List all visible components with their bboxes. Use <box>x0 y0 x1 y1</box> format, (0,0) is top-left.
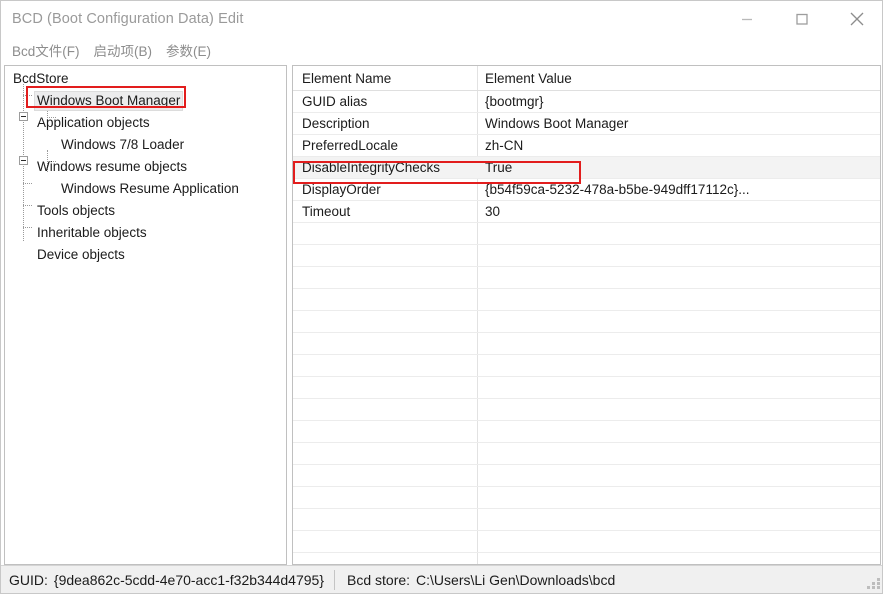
tree-node-label: Inheritable objects <box>37 225 147 240</box>
table-row[interactable] <box>293 443 880 465</box>
table-row[interactable] <box>293 333 880 355</box>
cell-element-name: PreferredLocale <box>302 138 399 153</box>
element-table: Element Name Element Value GUID alias {b… <box>293 66 880 564</box>
tree-node-label: Windows 7/8 Loader <box>61 137 185 152</box>
tree-node-device-objects[interactable]: Device objects <box>5 244 286 266</box>
status-guid-label: GUID: <box>9 571 48 588</box>
tree-node-label: BcdStore <box>13 71 69 86</box>
tree-node-windows-resume-application[interactable]: Windows Resume Application <box>5 178 286 200</box>
table-empty-rows <box>293 223 880 564</box>
element-table-panel[interactable]: Element Name Element Value GUID alias {b… <box>292 65 881 565</box>
cell-element-name: DisplayOrder <box>302 182 381 197</box>
menu-bar: Bcd文件(F) 启动项(B) 参数(E) <box>1 37 882 63</box>
table-row[interactable] <box>293 267 880 289</box>
close-icon[interactable] <box>829 1 882 37</box>
table-row[interactable] <box>293 399 880 421</box>
minimize-icon[interactable] <box>719 1 774 37</box>
tree-node-bcdstore[interactable]: BcdStore <box>5 68 286 90</box>
status-bar: GUID: {9dea862c-5cdd-4e70-acc1-f32b344d4… <box>1 565 882 594</box>
table-row[interactable] <box>293 531 880 553</box>
table-row[interactable] <box>293 311 880 333</box>
table-row-guid-alias[interactable]: GUID alias {bootmgr} <box>293 91 880 113</box>
tree-node-windows-boot-manager[interactable]: Windows Boot Manager <box>5 90 286 112</box>
tree-node-application-objects[interactable]: Application objects <box>5 112 286 134</box>
status-bcd-store: Bcd store: C:\Users\Li Gen\Downloads\bcd <box>335 566 615 594</box>
status-guid: GUID: {9dea862c-5cdd-4e70-acc1-f32b344d4… <box>1 566 334 594</box>
bcd-edit-window: BCD (Boot Configuration Data) Edit Bcd文件… <box>0 0 883 594</box>
table-row-preferredlocale[interactable]: PreferredLocale zh-CN <box>293 135 880 157</box>
table-row[interactable] <box>293 421 880 443</box>
resize-grip-icon[interactable] <box>867 576 881 590</box>
table-row[interactable] <box>293 553 880 564</box>
tree-node-inheritable-objects[interactable]: Inheritable objects <box>5 222 286 244</box>
tree-node-tools-objects[interactable]: Tools objects <box>5 200 286 222</box>
window-title: BCD (Boot Configuration Data) Edit <box>12 11 244 27</box>
table-row[interactable] <box>293 289 880 311</box>
menu-item-boot-entries[interactable]: 启动项(B) <box>87 38 160 62</box>
bcd-tree-panel[interactable]: BcdStore Windows Boot Manager Applicatio… <box>4 65 287 565</box>
column-header-element-value[interactable]: Element Value <box>477 71 880 86</box>
tree-node-label: Windows Boot Manager <box>34 91 184 111</box>
cell-element-value: Windows Boot Manager <box>485 116 629 131</box>
tree-node-label: Tools objects <box>37 203 116 218</box>
table-row[interactable] <box>293 377 880 399</box>
maximize-icon[interactable] <box>774 1 829 37</box>
table-row-description[interactable]: Description Windows Boot Manager <box>293 113 880 135</box>
cell-element-name: DisableIntegrityChecks <box>302 160 441 175</box>
tree-node-windows-resume-objects[interactable]: Windows resume objects <box>5 156 286 178</box>
cell-element-name: Timeout <box>302 204 351 219</box>
table-row[interactable] <box>293 355 880 377</box>
tree-node-label: Application objects <box>37 115 150 130</box>
cell-element-name: Description <box>302 116 370 131</box>
table-header-row: Element Name Element Value <box>293 66 880 91</box>
table-row-displayorder[interactable]: DisplayOrder {b54f59ca-5232-478a-b5be-94… <box>293 179 880 201</box>
cell-element-value: {b54f59ca-5232-478a-b5be-949dff17112c}..… <box>485 182 750 197</box>
table-row[interactable] <box>293 509 880 531</box>
table-row[interactable] <box>293 245 880 267</box>
status-store-value: C:\Users\Li Gen\Downloads\bcd <box>416 571 616 588</box>
tree-node-label: Windows Resume Application <box>61 181 239 196</box>
table-row[interactable] <box>293 465 880 487</box>
cell-element-value: {bootmgr} <box>485 94 544 109</box>
status-store-label: Bcd store: <box>347 571 411 588</box>
table-row[interactable] <box>293 487 880 509</box>
menu-item-bcd-file[interactable]: Bcd文件(F) <box>5 38 87 62</box>
cell-element-value: zh-CN <box>485 138 524 153</box>
cell-element-value: 30 <box>485 204 501 219</box>
status-guid-value: {9dea862c-5cdd-4e70-acc1-f32b344d4795} <box>53 571 325 588</box>
tree-node-windows-7-8-loader[interactable]: Windows 7/8 Loader <box>5 134 286 156</box>
tree-node-label: Device objects <box>37 247 125 262</box>
bcd-tree: BcdStore Windows Boot Manager Applicatio… <box>5 66 286 266</box>
table-row[interactable] <box>293 223 880 245</box>
table-row-disableintegritychecks[interactable]: DisableIntegrityChecks True <box>293 157 880 179</box>
window-controls <box>719 1 882 37</box>
menu-item-parameters[interactable]: 参数(E) <box>159 38 218 62</box>
cell-element-value: True <box>485 160 513 175</box>
table-row-timeout[interactable]: Timeout 30 <box>293 201 880 223</box>
column-header-element-name[interactable]: Element Name <box>293 71 477 86</box>
title-bar: BCD (Boot Configuration Data) Edit <box>1 1 882 37</box>
tree-node-label: Windows resume objects <box>37 159 188 174</box>
cell-element-name: GUID alias <box>302 94 368 109</box>
